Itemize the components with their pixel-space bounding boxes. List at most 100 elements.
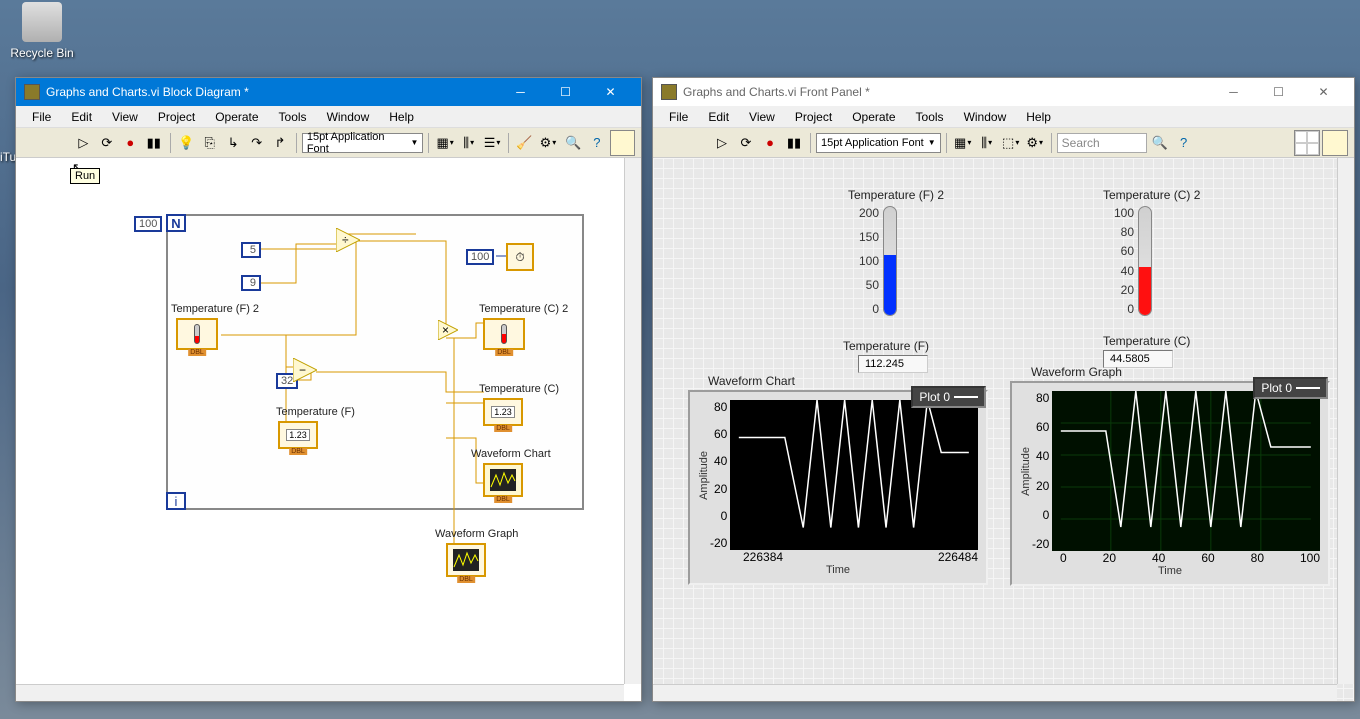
fp-menubar: File Edit View Project Operate Tools Win… — [653, 106, 1354, 128]
wfm-chart-label-bd: Waveform Chart — [471, 448, 551, 460]
distribute-button[interactable]: ⫼ — [458, 132, 479, 154]
pause-button[interactable]: ▮▮ — [143, 132, 164, 154]
graph-ylabel: Amplitude — [1020, 447, 1032, 496]
fp-toolbar: ▷ ⟳ ● ▮▮ 15pt Application Font ▦ ⫼ ⬚ ⚙ S… — [653, 128, 1354, 158]
reorder-button[interactable]: ☰ — [481, 132, 502, 154]
maximize-button[interactable]: ☐ — [1256, 80, 1301, 104]
cleanup-button[interactable]: 🧹 — [514, 132, 535, 154]
vi-icon[interactable] — [610, 130, 635, 156]
search-placeholder: Search — [1062, 136, 1100, 150]
divide-node[interactable]: ÷ — [336, 228, 360, 252]
waveform-graph[interactable]: Plot 0 Amplitude 806040200-20 0204060801… — [1010, 381, 1330, 586]
wfm-graph-terminal[interactable]: DBL — [446, 543, 486, 577]
graph-legend[interactable]: Plot 0 — [1253, 377, 1328, 399]
recycle-bin-label: Recycle Bin — [2, 46, 82, 60]
fp-canvas[interactable]: Temperature (F) 2 200150100500 Temperatu… — [653, 158, 1354, 701]
close-button[interactable]: ✕ — [588, 80, 633, 104]
bd-scrollbar-vertical[interactable] — [624, 158, 641, 684]
wait-node[interactable]: ⏱ — [506, 243, 534, 271]
legend-line-icon — [1296, 387, 1320, 389]
run-button[interactable]: ▷ — [711, 132, 733, 154]
menu-edit[interactable]: Edit — [61, 108, 102, 125]
minimize-button[interactable]: ─ — [498, 80, 543, 104]
vi-icon[interactable] — [1322, 130, 1348, 156]
run-continuous-button[interactable]: ⟳ — [735, 132, 757, 154]
help-button[interactable]: ? — [1173, 132, 1195, 154]
search-input[interactable]: Search — [1057, 133, 1147, 153]
menu-tools[interactable]: Tools — [269, 108, 317, 125]
wfm-chart-terminal[interactable]: DBL — [483, 463, 523, 497]
const-9[interactable]: 9 — [241, 275, 261, 291]
graph-icon — [453, 549, 479, 571]
font-selector[interactable]: 15pt Application Font — [302, 133, 424, 153]
fp-scrollbar-vertical[interactable] — [1337, 158, 1354, 684]
block-diagram-window: Graphs and Charts.vi Block Diagram * ─ ☐… — [15, 77, 642, 702]
search-icon[interactable]: 🔍 — [563, 132, 584, 154]
reorder-button[interactable]: ⚙ — [1024, 132, 1046, 154]
menu-edit[interactable]: Edit — [698, 108, 739, 125]
resize-button[interactable]: ⬚ — [1000, 132, 1022, 154]
menu-help[interactable]: Help — [379, 108, 424, 125]
temp-c2-label: Temperature (C) 2 — [1103, 188, 1200, 202]
wfm-graph-label-bd: Waveform Graph — [435, 528, 518, 540]
temp-f-terminal[interactable]: 1.23 DBL — [278, 421, 318, 449]
menu-file[interactable]: File — [22, 108, 61, 125]
pause-button[interactable]: ▮▮ — [783, 132, 805, 154]
bd-canvas[interactable]: ↖ Run 100 N i — [16, 158, 641, 701]
fp-titlebar[interactable]: Graphs and Charts.vi Front Panel * ─ ☐ ✕ — [653, 78, 1354, 106]
menu-view[interactable]: View — [739, 108, 785, 125]
align-button[interactable]: ▦ — [434, 132, 455, 154]
abort-button[interactable]: ● — [120, 132, 141, 154]
minimize-button[interactable]: ─ — [1211, 80, 1256, 104]
step-out-button[interactable]: ↱ — [269, 132, 290, 154]
dbl-tag: DBL — [494, 496, 512, 503]
font-selector[interactable]: 15pt Application Font — [816, 133, 941, 153]
dbl-tag: DBL — [457, 576, 475, 583]
order-button[interactable]: ⚙ — [537, 132, 558, 154]
temp-c2-terminal[interactable]: DBL — [483, 318, 525, 350]
menu-window[interactable]: Window — [317, 108, 380, 125]
fp-scrollbar-horizontal[interactable] — [653, 684, 1337, 701]
dbl-tag: DBL — [188, 349, 206, 356]
waveform-chart[interactable]: Plot 0 Amplitude 806040200-20 2263842264… — [688, 390, 988, 585]
highlight-execution-button[interactable]: 💡 — [176, 132, 197, 154]
retain-wire-button[interactable]: ⎘ — [199, 132, 220, 154]
distribute-button[interactable]: ⫼ — [976, 132, 998, 154]
menu-project[interactable]: Project — [148, 108, 205, 125]
step-over-button[interactable]: ↷ — [246, 132, 267, 154]
run-button[interactable]: ▷ — [73, 132, 94, 154]
const-100-wait[interactable]: 100 — [466, 249, 494, 265]
temp-c-terminal[interactable]: 1.23 DBL — [483, 398, 523, 426]
menu-view[interactable]: View — [102, 108, 148, 125]
subtract-node[interactable]: − — [293, 358, 317, 382]
desktop-recycle-bin[interactable]: Recycle Bin — [2, 2, 82, 60]
close-button[interactable]: ✕ — [1301, 80, 1346, 104]
temp-f2-terminal[interactable]: DBL — [176, 318, 218, 350]
bd-toolbar: ▷ ⟳ ● ▮▮ 💡 ⎘ ↳ ↷ ↱ 15pt Application Font… — [16, 128, 641, 158]
temp-f2-thermometer[interactable]: 200150100500 — [883, 206, 897, 316]
menu-tools[interactable]: Tools — [906, 108, 954, 125]
menu-operate[interactable]: Operate — [205, 108, 268, 125]
maximize-button[interactable]: ☐ — [543, 80, 588, 104]
chart-legend[interactable]: Plot 0 — [911, 386, 986, 408]
menu-file[interactable]: File — [659, 108, 698, 125]
menu-help[interactable]: Help — [1016, 108, 1061, 125]
temp-c2-fill — [1139, 267, 1151, 315]
const-5[interactable]: 5 — [241, 242, 261, 258]
chart-xlabel: Time — [698, 564, 978, 576]
help-button[interactable]: ? — [586, 132, 607, 154]
search-icon[interactable]: 🔍 — [1149, 132, 1171, 154]
align-button[interactable]: ▦ — [952, 132, 974, 154]
loop-count-const[interactable]: 100 — [134, 216, 162, 232]
menu-operate[interactable]: Operate — [842, 108, 905, 125]
bd-titlebar[interactable]: Graphs and Charts.vi Block Diagram * ─ ☐… — [16, 78, 641, 106]
bd-scrollbar-horizontal[interactable] — [16, 684, 624, 701]
menu-project[interactable]: Project — [785, 108, 842, 125]
connector-pane[interactable] — [1294, 130, 1320, 156]
menu-window[interactable]: Window — [954, 108, 1017, 125]
abort-button[interactable]: ● — [759, 132, 781, 154]
step-into-button[interactable]: ↳ — [222, 132, 243, 154]
multiply-node[interactable]: × — [438, 320, 458, 340]
run-continuous-button[interactable]: ⟳ — [96, 132, 117, 154]
dbl-tag: DBL — [495, 349, 513, 356]
